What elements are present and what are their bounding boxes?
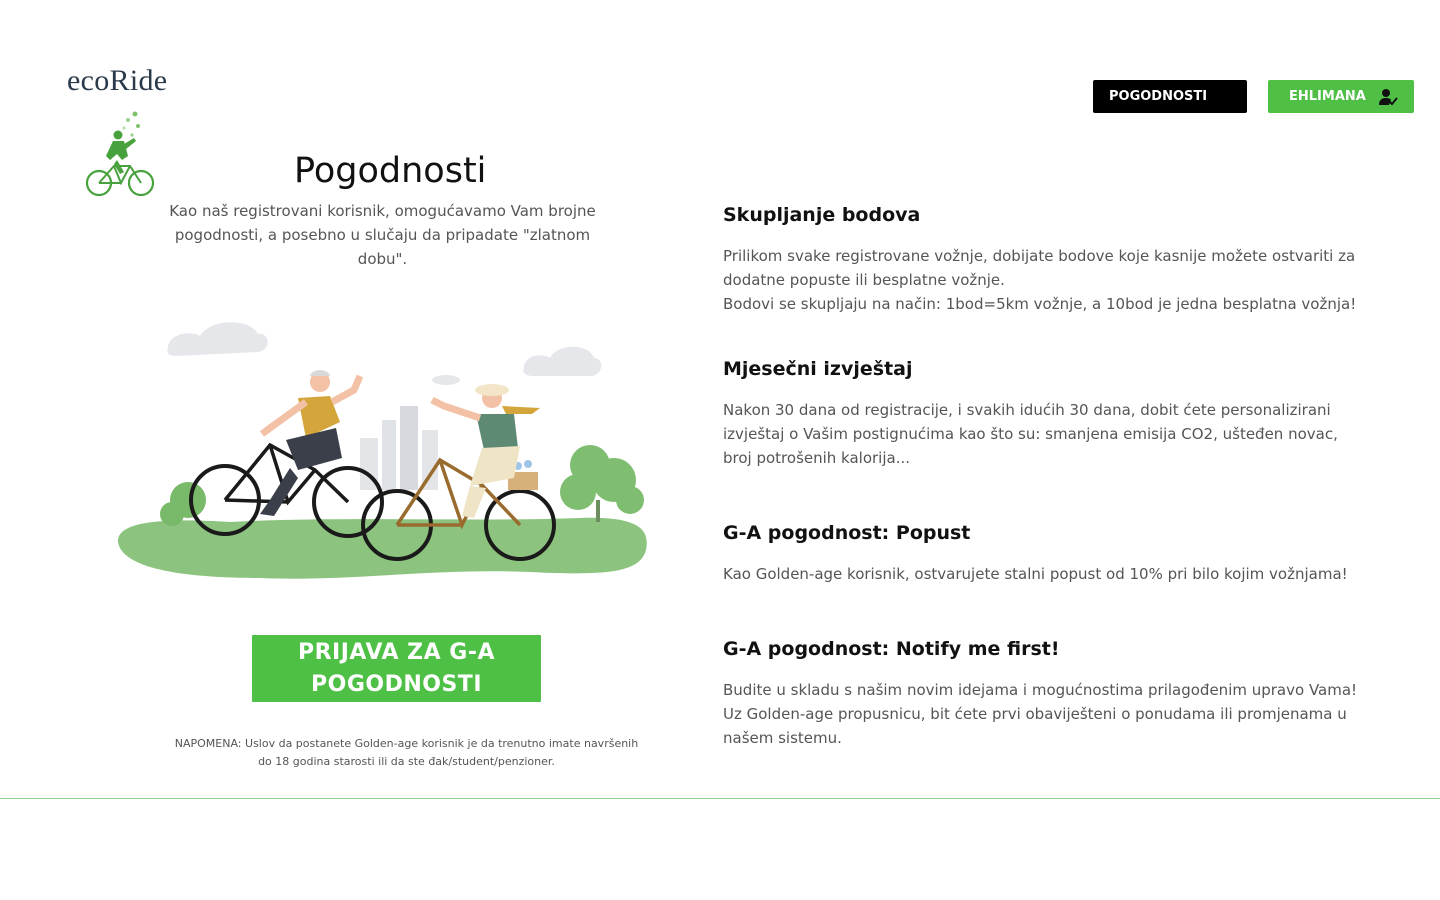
user-name-label: EHLIMANA (1289, 89, 1366, 104)
benefit-text: Nakon 30 dana od registracije, i svakih … (723, 401, 1338, 467)
user-check-icon (1378, 88, 1398, 105)
benefit-text: Budite u skladu s našim novim idejama i … (723, 681, 1358, 747)
benefit-text: Kao Golden-age korisnik, ostvarujete sta… (723, 565, 1348, 583)
benefit-notify-first: G-A pogodnost: Notify me first! Budite u… (723, 638, 1363, 750)
eligibility-note: NAPOMENA: Uslov da postanete Golden-age … (174, 737, 639, 768)
benefit-title: G-A pogodnost: Notify me first! (723, 638, 1060, 660)
benefit-discount: G-A pogodnost: Popust Kao Golden-age kor… (723, 522, 1363, 586)
elderly-couple-cycling-illustration (117, 322, 647, 579)
nav-benefits-button[interactable]: POGODNOSTI (1093, 80, 1247, 113)
brand-logo-text[interactable]: ecoRide (67, 64, 167, 98)
footer-divider (0, 798, 1440, 799)
page-title: Pogodnosti (294, 151, 487, 192)
benefit-title: Mjesečni izvještaj (723, 358, 913, 380)
benefit-text: Prilikom svake registrovane vožnje, dobi… (723, 247, 1357, 313)
benefit-title: G-A pogodnost: Popust (723, 522, 971, 544)
cyclist-logo-icon[interactable] (84, 108, 156, 202)
benefit-points: Skupljanje bodova Prilikom svake registr… (723, 204, 1363, 316)
user-account-button[interactable]: EHLIMANA (1268, 80, 1414, 113)
golden-age-signup-button[interactable]: PRIJAVA ZA G-A POGODNOSTI (252, 635, 541, 702)
intro-text: Kao naš registrovani korisnik, omogućava… (169, 202, 596, 268)
benefit-monthly-report: Mjesečni izvještaj Nakon 30 dana od regi… (723, 358, 1363, 470)
benefit-title: Skupljanje bodova (723, 204, 921, 226)
